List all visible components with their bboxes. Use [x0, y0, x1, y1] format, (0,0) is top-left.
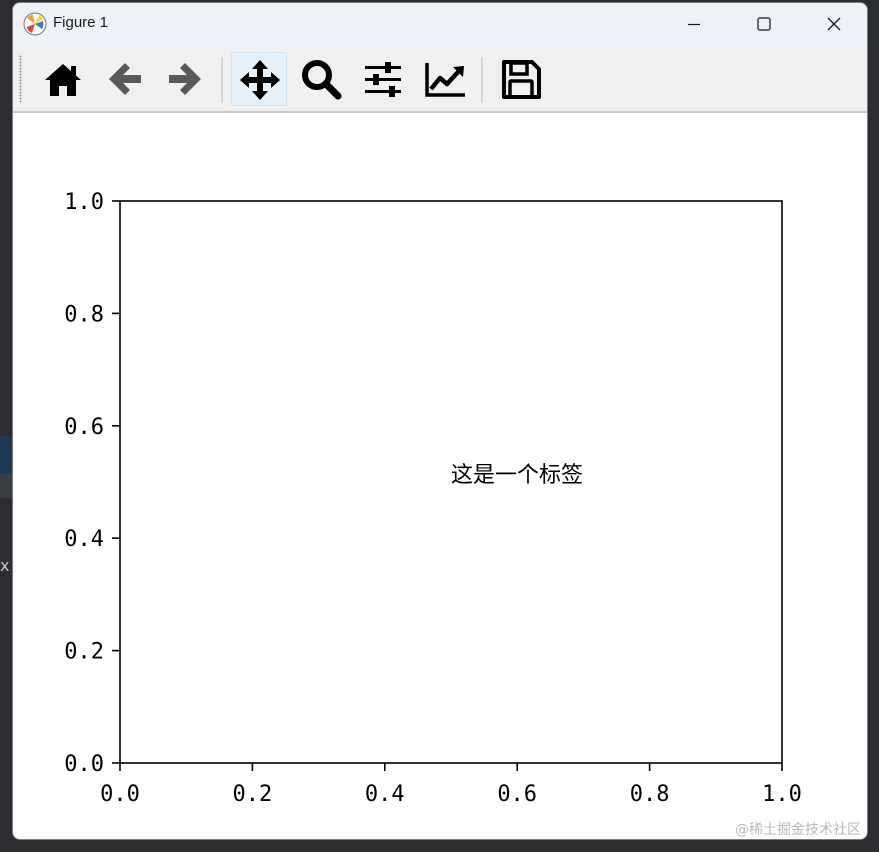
- move-icon: [240, 60, 280, 100]
- arrow-left-icon: [109, 63, 141, 95]
- minimize-button[interactable]: [659, 3, 729, 45]
- subplots-button[interactable]: [355, 52, 411, 106]
- figure-canvas[interactable]: 0.0 0.2 0.4 0.6 0.8 1.0 0.0 0.2 0.4 0.6 0.8 1.0 这是一个…: [13, 113, 868, 840]
- forward-button[interactable]: [157, 52, 213, 106]
- magnifier-icon: [302, 60, 342, 100]
- x-tick-label: 1.0: [762, 782, 802, 807]
- chart-annotation: 这是一个标签: [451, 463, 583, 488]
- zoom-button[interactable]: [293, 52, 349, 106]
- save-icon: [502, 60, 541, 99]
- y-tick-label: 0.8: [64, 302, 104, 327]
- close-button[interactable]: [799, 3, 867, 45]
- toolbar-separator: [481, 57, 483, 103]
- toolbar-separator: [221, 57, 223, 103]
- save-button[interactable]: [493, 52, 549, 106]
- home-icon: [45, 64, 81, 96]
- desktop-fragment: x: [0, 556, 10, 575]
- navigation-toolbar: [13, 45, 867, 113]
- home-button[interactable]: [35, 52, 91, 106]
- matplotlib-logo-icon: [23, 12, 47, 36]
- plot-area[interactable]: 0.0 0.2 0.4 0.6 0.8 1.0 0.0 0.2 0.4 0.6 0.8 1.0 这是一个…: [13, 113, 868, 840]
- x-tick-label: 0.0: [100, 782, 140, 807]
- y-tick-label: 0.4: [64, 527, 104, 552]
- pan-button[interactable]: [231, 52, 287, 106]
- edit-axis-button[interactable]: [417, 52, 473, 106]
- y-tick-label: 0.0: [64, 752, 104, 777]
- line-chart-icon: [425, 63, 465, 97]
- x-tick-label: 0.6: [497, 782, 537, 807]
- figure-window: Figure 1 0.0 0.2 0.4 0.6 0.8 1.0 0.0 0.2…: [12, 2, 868, 840]
- y-tick-label: 1.0: [64, 190, 104, 215]
- y-tick-label: 0.6: [64, 415, 104, 440]
- x-tick-label: 0.8: [630, 782, 670, 807]
- back-button[interactable]: [97, 52, 153, 106]
- arrow-right-icon: [169, 63, 201, 95]
- y-tick-label: 0.2: [64, 640, 104, 665]
- x-tick-label: 0.4: [365, 782, 405, 807]
- window-title: Figure 1: [53, 14, 109, 31]
- watermark: @稀土掘金技术社区: [735, 822, 861, 838]
- close-icon: [827, 17, 841, 31]
- title-bar[interactable]: Figure 1: [13, 3, 867, 45]
- maximize-button[interactable]: [729, 3, 799, 45]
- sliders-icon: [365, 62, 401, 97]
- toolbar-grip[interactable]: [19, 55, 22, 103]
- maximize-icon: [757, 17, 771, 31]
- minimize-icon: [688, 23, 700, 26]
- x-tick-label: 0.2: [233, 782, 273, 807]
